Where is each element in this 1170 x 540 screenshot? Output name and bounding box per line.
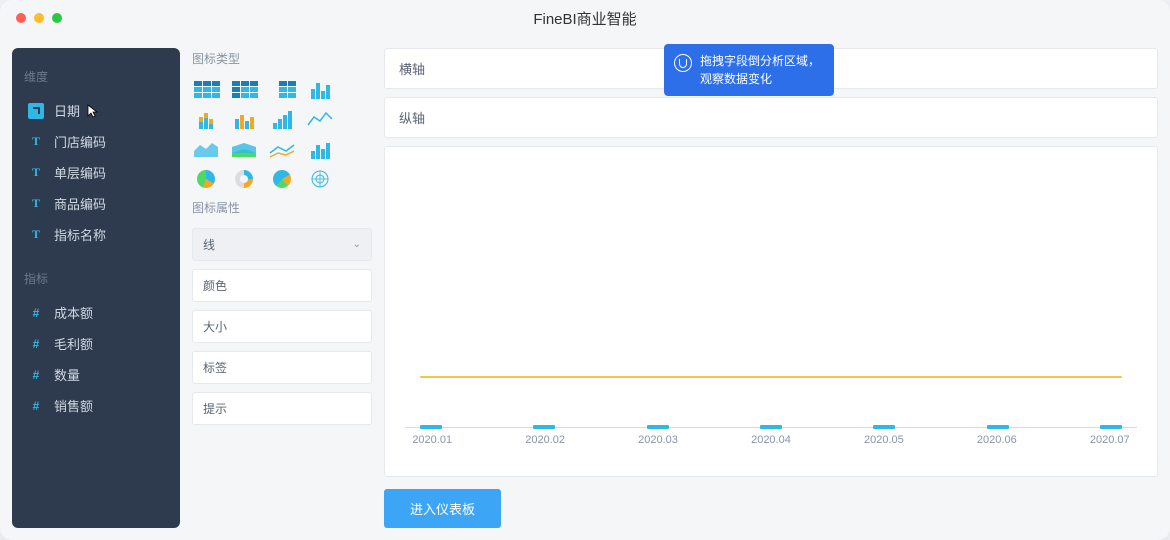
- tick: [873, 425, 895, 429]
- app-window: FineBI商业智能 维度 日期 T 门店编码 T 单层编码 T 商品编码: [0, 0, 1170, 540]
- chart-type-area-icon[interactable]: [192, 139, 220, 159]
- hint-line: 观察数据变化: [700, 70, 820, 88]
- chart-plot: [405, 368, 1137, 428]
- measures-header: 指标: [24, 270, 168, 287]
- chart-type-grid: [192, 79, 372, 189]
- tick: [533, 425, 555, 429]
- field-label: 门店编码: [54, 132, 106, 151]
- chevron-down-icon: ⌄: [353, 239, 361, 250]
- field-label: 指标名称: [54, 225, 106, 244]
- field-label: 成本额: [54, 303, 93, 322]
- x-tick-label: 2020.06: [977, 434, 1017, 446]
- maximize-dot[interactable]: [52, 13, 62, 23]
- bulb-icon: [674, 54, 692, 72]
- measure-item-cost[interactable]: # 成本额: [24, 297, 168, 328]
- field-label: 销售额: [54, 396, 93, 415]
- x-tick-label: 2020.04: [751, 434, 791, 446]
- chart-ticks: [405, 425, 1137, 429]
- axis-label: 横轴: [399, 62, 425, 77]
- number-icon: #: [28, 367, 44, 383]
- cursor-icon: [86, 103, 102, 119]
- dimension-item-store[interactable]: T 门店编码: [24, 126, 168, 157]
- field-label: 单层编码: [54, 163, 106, 182]
- window-controls: [16, 13, 62, 23]
- field-label: 毛利额: [54, 334, 93, 353]
- number-icon: #: [28, 398, 44, 414]
- prop-tooltip[interactable]: 提示: [192, 392, 372, 425]
- dimension-item-date[interactable]: 日期: [24, 95, 168, 126]
- hint-tooltip: 拖拽字段倒分析区域， 观察数据变化: [664, 44, 834, 96]
- chart-type-donut-icon[interactable]: [230, 169, 258, 189]
- chart-type-rose-icon[interactable]: [268, 169, 296, 189]
- enter-dashboard-button[interactable]: 进入仪表板: [384, 489, 501, 528]
- select-value: 线: [203, 236, 215, 253]
- window-title: FineBI商业智能: [533, 8, 636, 29]
- tick: [1100, 425, 1122, 429]
- text-icon: T: [28, 196, 44, 212]
- dimension-item-metric-name[interactable]: T 指标名称: [24, 219, 168, 250]
- tick: [420, 425, 442, 429]
- chart-canvas: 2020.01 2020.02 2020.03 2020.04 2020.05 2020.…: [384, 146, 1158, 477]
- chart-type-line-icon[interactable]: [306, 109, 334, 129]
- tick: [647, 425, 669, 429]
- chart-type-waterfall-icon[interactable]: [268, 109, 296, 129]
- chart-type-multi-line-icon[interactable]: [268, 139, 296, 159]
- minimize-dot[interactable]: [34, 13, 44, 23]
- chart-type-pie-icon[interactable]: [192, 169, 220, 189]
- text-icon: T: [28, 227, 44, 243]
- field-label: 数量: [54, 365, 80, 384]
- chart-type-column-icon[interactable]: [306, 79, 334, 99]
- chart-type-header: 图标类型: [192, 50, 372, 67]
- titlebar: FineBI商业智能: [0, 0, 1170, 36]
- x-tick-label: 2020.07: [1090, 434, 1130, 446]
- dimension-item-product[interactable]: T 商品编码: [24, 188, 168, 219]
- text-icon: T: [28, 165, 44, 181]
- tick: [760, 425, 782, 429]
- chart-type-stacked-column-icon[interactable]: [192, 109, 220, 129]
- chart-line-series: [420, 376, 1123, 378]
- close-dot[interactable]: [16, 13, 26, 23]
- chart-type-table-icon[interactable]: [192, 79, 220, 99]
- chart-type-crosstab-icon[interactable]: [230, 79, 258, 99]
- number-icon: #: [28, 305, 44, 321]
- axis-label: 纵轴: [399, 111, 425, 126]
- prop-color[interactable]: 颜色: [192, 269, 372, 302]
- x-axis-labels: 2020.01 2020.02 2020.03 2020.04 2020.05 2020.…: [405, 434, 1137, 446]
- tick: [987, 425, 1009, 429]
- chart-type-stacked-area-icon[interactable]: [230, 139, 258, 159]
- chart-type-radar-icon[interactable]: [306, 169, 334, 189]
- main-area: 横轴 纵轴 拖拽字段倒分析区域， 观察数据变化 2020.012020.0220…: [384, 48, 1158, 528]
- number-icon: #: [28, 336, 44, 352]
- dimensions-header: 维度: [24, 68, 168, 85]
- chart-style-select[interactable]: 线 ⌄: [192, 228, 372, 261]
- y-axis-dropzone[interactable]: 纵轴: [384, 97, 1158, 138]
- hint-line: 拖拽字段倒分析区域，: [700, 52, 820, 70]
- measure-item-profit[interactable]: # 毛利额: [24, 328, 168, 359]
- chart-type-combo-icon[interactable]: [306, 139, 334, 159]
- x-tick-label: 2020.03: [638, 434, 678, 446]
- content-area: 维度 日期 T 门店编码 T 单层编码 T 商品编码 T 指标名称: [0, 36, 1170, 540]
- clock-icon: [28, 103, 44, 119]
- x-tick-label: 2020.02: [525, 434, 565, 446]
- field-label: 日期: [54, 101, 80, 120]
- text-icon: T: [28, 134, 44, 150]
- chart-type-grouped-column-icon[interactable]: [230, 109, 258, 129]
- measure-item-quantity[interactable]: # 数量: [24, 359, 168, 390]
- prop-label[interactable]: 标签: [192, 351, 372, 384]
- fields-sidebar: 维度 日期 T 门店编码 T 单层编码 T 商品编码 T 指标名称: [12, 48, 180, 528]
- measure-item-sales[interactable]: # 销售额: [24, 390, 168, 421]
- chart-prop-header: 图标属性: [192, 199, 372, 216]
- chart-type-list-icon[interactable]: [268, 79, 296, 99]
- field-label: 商品编码: [54, 194, 106, 213]
- x-tick-label: 2020.05: [864, 434, 904, 446]
- dimension-item-floor[interactable]: T 单层编码: [24, 157, 168, 188]
- x-tick-label: 2020.01: [412, 434, 452, 446]
- config-panel: 图标类型 图标属性 线: [192, 48, 372, 528]
- prop-size[interactable]: 大小: [192, 310, 372, 343]
